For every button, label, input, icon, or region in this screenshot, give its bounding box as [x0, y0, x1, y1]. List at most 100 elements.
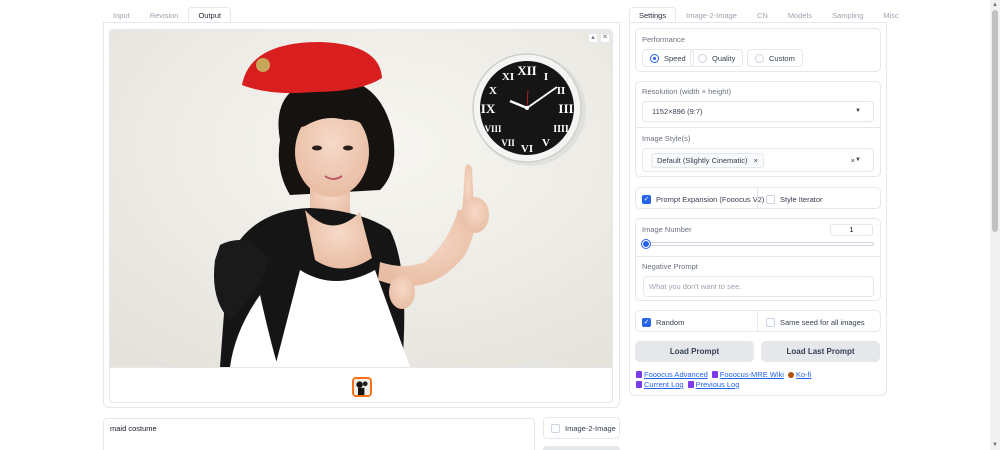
tab-output[interactable]: Output: [188, 7, 231, 23]
book-icon: [636, 381, 642, 388]
style-iterator-checkbox[interactable]: Style Iterator: [760, 188, 823, 210]
image2image-checkbox[interactable]: Image-2-Image: [543, 417, 620, 439]
negative-prompt-input[interactable]: What you don't want to see.: [643, 276, 874, 297]
remove-chip-icon[interactable]: ×: [753, 154, 757, 167]
svg-text:VII: VII: [501, 138, 515, 148]
divider: [757, 311, 758, 331]
load-prompt-button[interactable]: Load Prompt: [635, 341, 754, 362]
option-label: Speed: [664, 53, 686, 63]
prompt-textarea[interactable]: maid costume: [103, 418, 535, 450]
coffee-icon: [787, 371, 794, 378]
links-row-1: Fooocus Advanced Fooocus-MRE Wiki Ko-fi: [636, 370, 811, 379]
divider: [636, 256, 880, 257]
divider: [636, 127, 880, 128]
svg-text:I: I: [544, 71, 548, 83]
tab-sampling[interactable]: Sampling: [822, 7, 873, 23]
tab-settings[interactable]: Settings: [629, 7, 677, 23]
radio-selected[interactable]: [650, 53, 659, 63]
negative-prompt-label: Negative Prompt: [642, 262, 698, 271]
prompt-expansion-label: Prompt Expansion (Fooocus V2): [656, 194, 765, 204]
generate-button-partial[interactable]: [543, 446, 620, 450]
book-icon: [687, 381, 694, 388]
chevron-down-icon: ▼: [855, 157, 861, 163]
tab-revision[interactable]: Revision: [140, 7, 189, 23]
svg-text:II: II: [557, 85, 566, 97]
tab-image2image[interactable]: Image-2-Image: [676, 7, 747, 23]
image-number-block: Image Number 1 Negative Prompt What you …: [635, 218, 881, 301]
image-styles-label: Image Style(s): [642, 134, 691, 143]
resolution-label: Resolution (width × height): [642, 87, 732, 96]
random-label: Random: [656, 317, 685, 327]
fooocus-mre-wiki-link[interactable]: Fooocus-MRE Wiki: [711, 370, 784, 379]
left-tab-bar: Input Revision Output: [103, 7, 231, 23]
image-preview: XII I II III IIII V VI VII VIII IX X XI: [109, 29, 613, 403]
link-label: Fooocus-MRE Wiki: [719, 370, 784, 379]
app-root: Input Revision Output XII I II III IIII …: [0, 0, 1000, 450]
image2image-label: Image-2-Image: [565, 423, 616, 433]
prompt-text: maid costume: [110, 424, 157, 433]
resolution-styles-block: Resolution (width × height) 1152×896 (9:…: [635, 81, 881, 177]
link-label: Ko-fi: [795, 370, 812, 379]
svg-text:VIII: VIII: [484, 124, 502, 134]
chevron-down-icon: ▼: [855, 108, 861, 114]
performance-speed-option[interactable]: Speed: [642, 49, 694, 67]
thumbnail-strip: [110, 367, 612, 402]
random-checkbox[interactable]: ✓ Random: [636, 311, 684, 333]
image-number-label: Image Number: [642, 225, 692, 234]
svg-text:III: III: [558, 101, 573, 116]
load-last-prompt-button[interactable]: Load Last Prompt: [761, 341, 880, 362]
svg-text:XI: XI: [502, 71, 514, 83]
check-icon[interactable]: ✓: [642, 317, 651, 327]
prompt-expansion-checkbox[interactable]: ✓ Prompt Expansion (Fooocus V2): [636, 188, 764, 210]
svg-text:XII: XII: [517, 63, 537, 78]
option-label: Quality: [712, 53, 736, 63]
slider-thumb[interactable]: [642, 240, 650, 248]
thumbnail-selected[interactable]: [352, 377, 372, 397]
current-log-link[interactable]: Current Log: [636, 380, 684, 389]
book-icon: [711, 371, 718, 378]
link-label: Fooocus Advanced: [644, 370, 708, 379]
links-row-2: Current Log Previous Log: [636, 380, 739, 389]
divider: [757, 188, 758, 208]
generated-image[interactable]: XII I II III IIII V VI VII VIII IX X XI: [110, 30, 613, 367]
style-iterator-label: Style Iterator: [780, 194, 823, 204]
radio[interactable]: [698, 53, 707, 63]
performance-quality-option[interactable]: Quality: [690, 49, 744, 67]
scrollbar-thumb[interactable]: [992, 10, 998, 232]
image-number-input[interactable]: 1: [830, 224, 873, 236]
same-seed-label: Same seed for all images: [780, 317, 865, 327]
svg-text:VI: VI: [521, 143, 533, 155]
checkbox-box[interactable]: [766, 317, 775, 327]
checkbox-box[interactable]: [551, 423, 560, 433]
download-icon[interactable]: ▴: [588, 33, 598, 43]
resolution-dropdown[interactable]: 1152×896 (9:7) ▼: [642, 101, 874, 122]
link-label: Current Log: [644, 380, 684, 389]
tab-input[interactable]: Input: [103, 7, 140, 23]
tab-misc[interactable]: Misc: [873, 7, 908, 23]
tab-cn[interactable]: CN: [747, 7, 778, 23]
svg-text:X: X: [489, 85, 497, 97]
previous-log-link[interactable]: Previous Log: [687, 380, 739, 389]
right-tab-bar: Settings Image-2-Image CN Models Samplin…: [629, 7, 909, 23]
close-icon[interactable]: ✕: [600, 33, 610, 43]
scroll-down-icon[interactable]: ▼: [991, 441, 999, 449]
checkbox-box[interactable]: [766, 194, 775, 204]
same-seed-checkbox[interactable]: Same seed for all images: [760, 311, 865, 333]
scroll-up-icon[interactable]: ▲: [991, 1, 999, 9]
style-chip-label: Default (Slightly Cinematic): [657, 156, 748, 165]
resolution-value: 1152×896 (9:7): [652, 107, 703, 116]
fooocus-advanced-link[interactable]: Fooocus Advanced: [636, 370, 708, 379]
expansion-block: ✓ Prompt Expansion (Fooocus V2) Style It…: [635, 187, 881, 209]
tab-models[interactable]: Models: [778, 7, 822, 23]
image-number-slider[interactable]: [643, 242, 874, 246]
svg-text:IIII: IIII: [553, 124, 569, 135]
ko-fi-link[interactable]: Ko-fi: [787, 370, 812, 379]
check-icon[interactable]: ✓: [642, 194, 651, 204]
style-chip: Default (Slightly Cinematic) ×: [651, 153, 764, 168]
seed-block: ✓ Random Same seed for all images: [635, 310, 881, 332]
performance-block: Performance Speed Quality Custom: [635, 28, 881, 72]
performance-label: Performance: [642, 35, 685, 44]
image-styles-multiselect[interactable]: Default (Slightly Cinematic) × × ▼: [642, 148, 874, 172]
radio[interactable]: [755, 53, 764, 63]
performance-custom-option[interactable]: Custom: [747, 49, 803, 67]
